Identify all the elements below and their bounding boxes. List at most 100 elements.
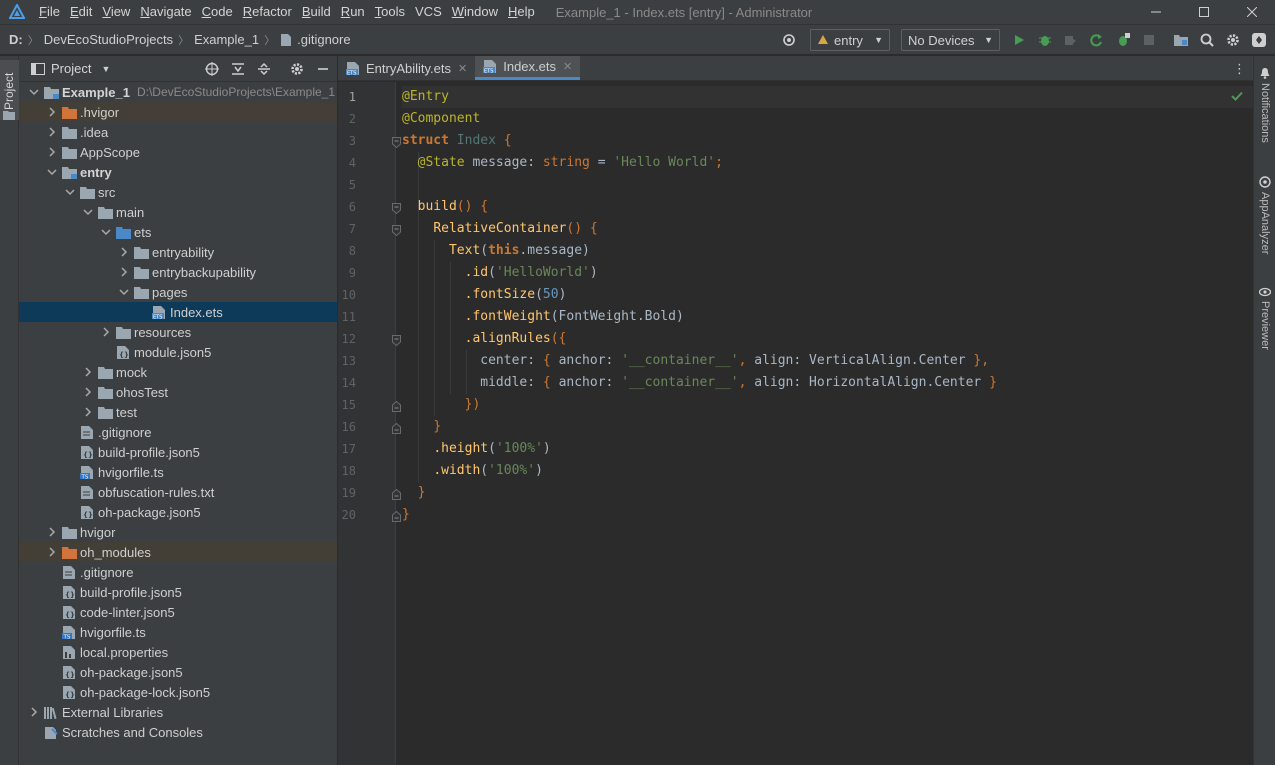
project-panel-title[interactable]: Project bbox=[51, 61, 91, 76]
target-icon[interactable] bbox=[780, 31, 798, 49]
menu-item[interactable]: Help bbox=[503, 0, 540, 24]
chevron-down-icon[interactable] bbox=[81, 205, 95, 219]
debug-icon[interactable] bbox=[1036, 31, 1054, 49]
tree-item[interactable]: {} code-linter.json5 bbox=[19, 602, 337, 622]
tree-item[interactable]: hvigor bbox=[19, 522, 337, 542]
more-tabs-icon[interactable]: ⋮ bbox=[1233, 61, 1246, 77]
chevron-right-icon[interactable] bbox=[45, 125, 59, 139]
tree-item[interactable]: pages bbox=[19, 282, 337, 302]
tree-item[interactable]: entrybackupability bbox=[19, 262, 337, 282]
chevron-right-icon[interactable] bbox=[81, 405, 95, 419]
tree-item[interactable]: local.properties bbox=[19, 642, 337, 662]
chevron-down-icon[interactable] bbox=[63, 185, 77, 199]
settings-gear-icon[interactable] bbox=[1224, 31, 1242, 49]
fold-open-icon[interactable] bbox=[392, 136, 401, 149]
editor-tab[interactable]: ETS EntryAbility.ets ✕ bbox=[338, 56, 475, 80]
tree-item[interactable]: External Libraries bbox=[19, 702, 337, 722]
menu-item[interactable]: Code bbox=[197, 0, 238, 24]
app-store-icon[interactable] bbox=[1250, 31, 1268, 49]
chevron-right-icon[interactable] bbox=[117, 265, 131, 279]
tree-item[interactable]: TS hvigorfile.ts bbox=[19, 462, 337, 482]
attach-debugger-icon[interactable] bbox=[1114, 31, 1132, 49]
tree-item[interactable]: Example_1 D:\DevEcoStudioProjects\Example… bbox=[19, 82, 337, 102]
tree-item[interactable]: {} module.json5 bbox=[19, 342, 337, 362]
tree-item[interactable]: {} build-profile.json5 bbox=[19, 442, 337, 462]
stop-icon[interactable] bbox=[1140, 31, 1158, 49]
hide-panel-icon[interactable] bbox=[314, 60, 332, 78]
tree-item[interactable]: main bbox=[19, 202, 337, 222]
menu-item[interactable]: Window bbox=[447, 0, 503, 24]
close-window-button[interactable] bbox=[1229, 0, 1275, 24]
expand-all-icon[interactable] bbox=[229, 60, 247, 78]
no-problems-check-icon[interactable] bbox=[1231, 89, 1243, 104]
fold-end-icon[interactable] bbox=[392, 488, 401, 500]
chevron-down-icon[interactable] bbox=[117, 285, 131, 299]
collapse-all-icon[interactable] bbox=[255, 60, 273, 78]
tree-item[interactable]: Scratches and Consoles bbox=[19, 722, 337, 742]
tree-item[interactable]: entry bbox=[19, 162, 337, 182]
module-select[interactable]: entry ▼ bbox=[810, 29, 890, 51]
notifications-tool-tab[interactable]: Notifications bbox=[1259, 83, 1271, 143]
menu-item[interactable]: Navigate bbox=[135, 0, 196, 24]
tree-item[interactable]: mock bbox=[19, 362, 337, 382]
tree-item[interactable]: oh_modules bbox=[19, 542, 337, 562]
panel-settings-gear-icon[interactable] bbox=[288, 60, 306, 78]
appanalyzer-tool-tab[interactable]: AppAnalyzer bbox=[1259, 192, 1271, 254]
tree-item[interactable]: .gitignore bbox=[19, 422, 337, 442]
tree-item[interactable]: src bbox=[19, 182, 337, 202]
project-structure-icon[interactable] bbox=[1172, 31, 1190, 49]
tree-item[interactable]: .gitignore bbox=[19, 562, 337, 582]
tree-item[interactable]: entryability bbox=[19, 242, 337, 262]
previewer-tool-tab[interactable]: Previewer bbox=[1259, 301, 1271, 350]
chevron-down-icon[interactable] bbox=[27, 85, 41, 99]
tree-item[interactable]: ETS Index.ets bbox=[19, 302, 337, 322]
chevron-down-icon[interactable]: ▼ bbox=[101, 64, 110, 74]
tree-item[interactable]: {} build-profile.json5 bbox=[19, 582, 337, 602]
tree-item[interactable]: resources bbox=[19, 322, 337, 342]
maximize-button[interactable] bbox=[1181, 0, 1227, 24]
fold-end-icon[interactable] bbox=[392, 422, 401, 434]
tree-item[interactable]: .hvigor bbox=[19, 102, 337, 122]
breadcrumb-drive[interactable]: D: bbox=[9, 32, 23, 47]
chevron-right-icon[interactable] bbox=[45, 525, 59, 539]
chevron-right-icon[interactable] bbox=[27, 705, 41, 719]
tree-item[interactable]: test bbox=[19, 402, 337, 422]
device-select[interactable]: No Devices ▼ bbox=[901, 29, 1000, 51]
select-opened-file-icon[interactable] bbox=[203, 60, 221, 78]
tree-item[interactable]: AppScope bbox=[19, 142, 337, 162]
minimize-button[interactable] bbox=[1133, 0, 1179, 24]
fold-end-icon[interactable] bbox=[392, 400, 401, 412]
tree-item[interactable]: .idea bbox=[19, 122, 337, 142]
fold-open-icon[interactable] bbox=[392, 224, 401, 237]
chevron-right-icon[interactable] bbox=[45, 545, 59, 559]
chevron-down-icon[interactable] bbox=[99, 225, 113, 239]
chevron-right-icon[interactable] bbox=[99, 325, 113, 339]
tree-item[interactable]: obfuscation-rules.txt bbox=[19, 482, 337, 502]
rerun-icon[interactable] bbox=[1087, 31, 1105, 49]
tree-item[interactable]: TS hvigorfile.ts bbox=[19, 622, 337, 642]
tree-item[interactable]: {} oh-package-lock.json5 bbox=[19, 682, 337, 702]
chevron-down-icon[interactable] bbox=[45, 165, 59, 179]
menu-item[interactable]: Build bbox=[297, 0, 336, 24]
tree-item[interactable]: ets bbox=[19, 222, 337, 242]
code-area[interactable]: @Entry @Component struct Index { @State me… bbox=[402, 82, 1253, 765]
chevron-right-icon[interactable] bbox=[81, 385, 95, 399]
profile-icon[interactable] bbox=[1061, 31, 1079, 49]
menu-item[interactable]: VCS bbox=[410, 0, 447, 24]
breadcrumb-projects[interactable]: DevEcoStudioProjects bbox=[44, 32, 173, 47]
run-icon[interactable] bbox=[1010, 31, 1028, 49]
tree-item[interactable]: ohosTest bbox=[19, 382, 337, 402]
chevron-right-icon[interactable] bbox=[45, 105, 59, 119]
menu-item[interactable]: Refactor bbox=[238, 0, 297, 24]
chevron-right-icon[interactable] bbox=[45, 145, 59, 159]
breadcrumb-project[interactable]: Example_1 bbox=[194, 32, 259, 47]
tree-item[interactable]: {} oh-package.json5 bbox=[19, 662, 337, 682]
tree-item[interactable]: {} oh-package.json5 bbox=[19, 502, 337, 522]
editor-tab[interactable]: ETS Index.ets ✕ bbox=[475, 56, 581, 80]
fold-end-icon[interactable] bbox=[392, 510, 401, 522]
search-icon[interactable] bbox=[1198, 31, 1216, 49]
fold-open-icon[interactable] bbox=[392, 334, 401, 347]
chevron-right-icon[interactable] bbox=[117, 245, 131, 259]
menu-item[interactable]: Tools bbox=[370, 0, 410, 24]
breadcrumb-file[interactable]: .gitignore bbox=[280, 32, 351, 47]
